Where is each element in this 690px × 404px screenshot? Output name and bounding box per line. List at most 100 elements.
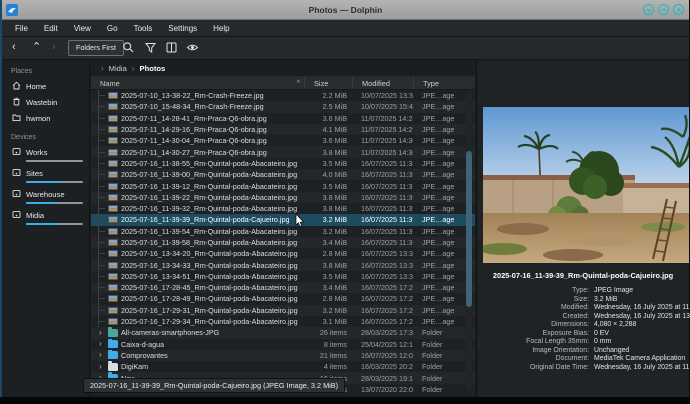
menu-view[interactable]: View	[67, 22, 98, 35]
table-row-file[interactable]: 2025-07-11_14-30-04_Rm-Praca-Q6-obra.jpg…	[91, 135, 475, 146]
table-row-file[interactable]: 2025-07-11_14-30-27_Rm-Praca-Q6-obra.jpg…	[91, 146, 475, 157]
back-button[interactable]: ‹	[12, 39, 16, 56]
property-label: Size:	[477, 296, 589, 305]
expand-chevron-icon[interactable]: ›	[99, 330, 105, 336]
file-modified: 11/07/2025 14:28	[352, 114, 413, 123]
folders-first-button[interactable]: Folders First	[68, 40, 124, 56]
photo-thumbnail-icon	[108, 149, 118, 156]
table-row-file[interactable]: 2025-07-16_11-39-39_Rm-Quintal-poda-Caju…	[91, 214, 475, 225]
expand-chevron-icon[interactable]: ›	[99, 341, 105, 347]
file-name: 2025-07-16_17-28-49_Rm-Quintal-poda-Abac…	[121, 294, 298, 303]
column-header-type[interactable]: Type	[413, 77, 465, 89]
table-row-file[interactable]: 2025-07-16_13-34-33_Rm-Quintal-poda-Abac…	[91, 259, 475, 270]
preview-eye-icon[interactable]	[186, 41, 200, 55]
sidebar-device-warehouse[interactable]: Warehouse	[2, 186, 89, 204]
desktop: Photos — Dolphin FileEditViewGoToolsSett…	[0, 0, 690, 404]
up-button[interactable]: ⌃	[32, 39, 41, 56]
file-name: 2025-07-16_11-39-58_Rm-Quintal-poda-Abac…	[121, 238, 297, 247]
split-view-icon[interactable]	[165, 41, 179, 55]
tree-tick	[99, 310, 105, 311]
sidebar-device-sites[interactable]: Sites	[2, 165, 89, 183]
search-icon[interactable]	[122, 41, 136, 55]
table-row-file[interactable]: 2025-07-16_11-39-58_Rm-Quintal-poda-Abac…	[91, 237, 475, 248]
table-row-folder[interactable]: ›DigiKam4 items16/03/2025 20:25Folder	[91, 361, 475, 372]
property-label: Original Date Time:	[477, 364, 589, 373]
devices-header: Devices	[2, 131, 89, 144]
mouse-cursor	[295, 214, 305, 228]
file-name-cell: 2025-07-10_13-38-22_Rm-Crash-Freeze.jpg	[91, 90, 304, 101]
vertical-scrollbar[interactable]	[466, 91, 472, 391]
filter-icon[interactable]	[144, 41, 158, 55]
table-row-folder[interactable]: ›All-cameras-smartphones-JPG26 items28/0…	[91, 327, 475, 338]
breadcrumb-photos[interactable]: Photos	[140, 64, 166, 73]
table-row-file[interactable]: 2025-07-16_11-39-12_Rm-Quintal-poda-Abac…	[91, 180, 475, 191]
sidebar-item-home[interactable]: Home	[2, 78, 89, 94]
table-row-file[interactable]: 2025-07-16_11-39-22_Rm-Quintal-poda-Abac…	[91, 192, 475, 203]
chevron-right-icon: ›	[101, 64, 104, 73]
forward-button[interactable]: ›	[52, 39, 56, 56]
table-row-file[interactable]: 2025-07-16_13-34-20_Rm-Quintal-poda-Abac…	[91, 248, 475, 259]
file-type: JPE…age	[413, 272, 465, 281]
column-header-size[interactable]: Size	[304, 77, 352, 89]
home-icon	[12, 81, 21, 92]
maximize-button[interactable]	[658, 4, 669, 15]
table-row-file[interactable]: 2025-07-16_11-39-00_Rm-Quintal-poda-Abac…	[91, 169, 475, 180]
table-row-file[interactable]: 2025-07-16_17-29-34_Rm-Quintal-poda-Abac…	[91, 316, 475, 327]
titlebar[interactable]: Photos — Dolphin	[2, 0, 689, 20]
window-buttons	[643, 4, 684, 15]
table-row-file[interactable]: 2025-07-16_17-29-31_Rm-Quintal-poda-Abac…	[91, 305, 475, 316]
file-modified: 11/07/2025 14:30	[352, 148, 413, 157]
file-name: 2025-07-11_14-30-04_Rm-Praca-Q6-obra.jpg	[121, 136, 267, 145]
tree-tick	[99, 118, 105, 119]
file-type: JPE…age	[413, 317, 465, 326]
file-name: 2025-07-16_11-39-32_Rm-Quintal-poda-Abac…	[121, 204, 297, 213]
column-header-modified[interactable]: Modified	[352, 77, 413, 89]
expand-chevron-icon[interactable]: ›	[99, 364, 105, 370]
breadcrumb-midia[interactable]: Midia	[109, 64, 127, 73]
table-row-folder[interactable]: ›Caixa-d-agua8 items25/04/2025 12:16Fold…	[91, 339, 475, 350]
file-size: 4.0 MiB	[304, 170, 352, 179]
tree-tick	[99, 163, 105, 164]
table-row-file[interactable]: 2025-07-16_17-28-45_Rm-Quintal-poda-Abac…	[91, 282, 475, 293]
file-modified: 10/07/2025 13:38	[352, 91, 413, 100]
column-header-name[interactable]: Name ^	[91, 77, 304, 89]
sidebar-device-midia[interactable]: Midia	[2, 207, 89, 225]
file-size: 3.8 MiB	[304, 204, 352, 213]
table-row-file[interactable]: 2025-07-16_13-34-51_Rm-Quintal-poda-Abac…	[91, 271, 475, 282]
table-row-folder[interactable]: ›Comprovantes21 items16/07/2025 12:09Fol…	[91, 350, 475, 361]
file-type: JPE…age	[413, 238, 465, 247]
file-name-cell: 2025-07-16_13-34-33_Rm-Quintal-poda-Abac…	[91, 259, 304, 270]
file-size: 3.4 MiB	[304, 283, 352, 292]
menu-help[interactable]: Help	[206, 22, 236, 35]
table-row-file[interactable]: 2025-07-11_14-29-16_Rm-Praca-Q6-obra.jpg…	[91, 124, 475, 135]
tree-tick	[99, 321, 105, 322]
property-value: JPEG Image	[594, 287, 633, 296]
close-button[interactable]	[673, 4, 684, 15]
table-row-file[interactable]: 2025-07-16_11-39-54_Rm-Quintal-poda-Abac…	[91, 226, 475, 237]
property-value: 0 EV	[594, 330, 609, 339]
sidebar-item-wastebin[interactable]: Wastebin	[2, 94, 89, 110]
menu-tools[interactable]: Tools	[127, 22, 160, 35]
table-row-file[interactable]: 2025-07-10_15-48-34_Rm-Crash-Freeze.jpg2…	[91, 101, 475, 112]
file-type: JPE…age	[413, 148, 465, 157]
property-value: 4,080 × 2,288	[594, 321, 636, 330]
menu-edit[interactable]: Edit	[37, 22, 65, 35]
sidebar-item-hwmon[interactable]: hwmon	[2, 110, 89, 126]
sidebar-device-works[interactable]: Works	[2, 144, 89, 162]
expand-chevron-icon[interactable]: ›	[99, 352, 105, 358]
menu-file[interactable]: File	[8, 22, 35, 35]
table-row-file[interactable]: 2025-07-11_14-28-41_Rm-Praca-Q6-obra.jpg…	[91, 113, 475, 124]
file-name-cell: 2025-07-16_11-39-22_Rm-Quintal-poda-Abac…	[91, 192, 304, 203]
menu-settings[interactable]: Settings	[161, 22, 204, 35]
file-size: 2.2 MiB	[304, 91, 352, 100]
photo-thumbnail-icon	[108, 115, 118, 122]
table-row-file[interactable]: 2025-07-10_13-38-22_Rm-Crash-Freeze.jpg 2…	[91, 90, 475, 101]
table-row-file[interactable]: 2025-07-16_17-28-49_Rm-Quintal-poda-Abac…	[91, 293, 475, 304]
scrollbar-thumb[interactable]	[466, 151, 472, 307]
file-type: Folder	[413, 362, 465, 371]
file-name: 2025-07-10_13-38-22_Rm-Crash-Freeze.jpg	[121, 91, 264, 100]
table-row-file[interactable]: 2025-07-16_11-39-32_Rm-Quintal-poda-Abac…	[91, 203, 475, 214]
minimize-button[interactable]	[643, 4, 654, 15]
menu-go[interactable]: Go	[100, 22, 125, 35]
table-row-file[interactable]: 2025-07-16_11-38-55_Rm-Quintal-poda-Abac…	[91, 158, 475, 169]
